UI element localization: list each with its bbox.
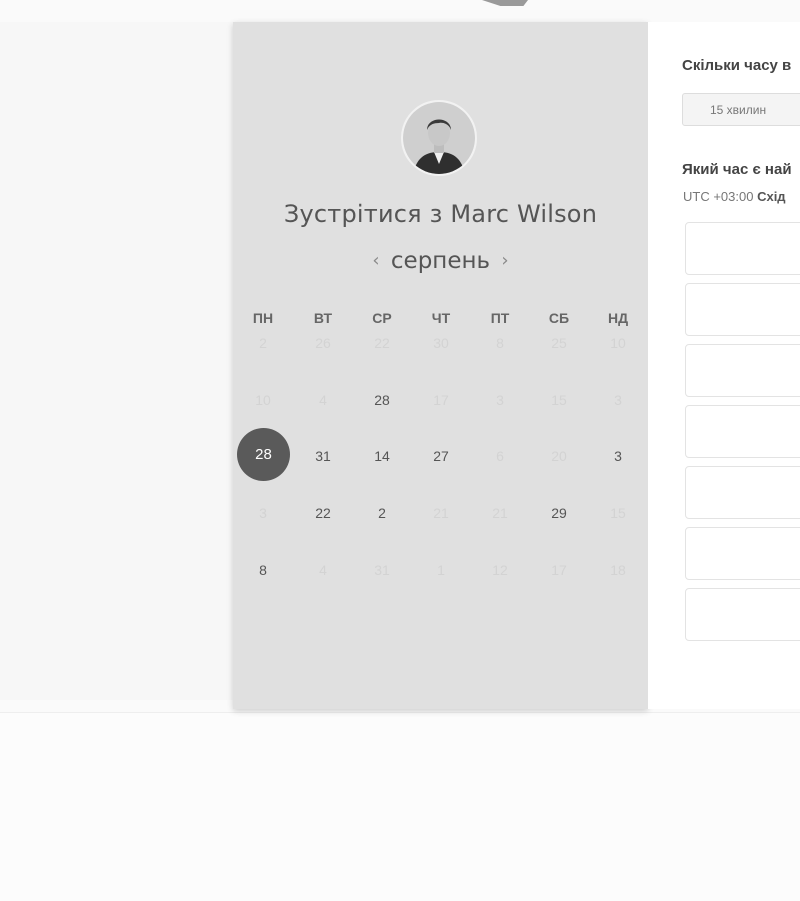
time-slot-button[interactable] bbox=[685, 588, 800, 641]
calendar-day[interactable]: 14 bbox=[357, 431, 407, 481]
calendar-day: 4 bbox=[319, 392, 327, 408]
timezone-offset: UTC +03:00 bbox=[683, 189, 754, 204]
time-slot-button[interactable] bbox=[685, 283, 800, 336]
calendar-day: 10 bbox=[610, 335, 626, 351]
calendar-day: 10 bbox=[255, 392, 271, 408]
calendar-day: 17 bbox=[433, 392, 449, 408]
calendar-day[interactable]: 29 bbox=[534, 488, 584, 538]
calendar-day[interactable]: 28 bbox=[357, 375, 407, 425]
calendar-day: 17 bbox=[551, 562, 567, 578]
calendar-day: 3 bbox=[614, 392, 622, 408]
calendar-day: 25 bbox=[551, 335, 567, 351]
calendar-day: 12 bbox=[492, 562, 508, 578]
calendar-day[interactable]: 31 bbox=[298, 431, 348, 481]
calendar-day[interactable]: 8 bbox=[238, 545, 288, 595]
duration-option-button[interactable]: 15 хвилин bbox=[682, 93, 800, 126]
calendar-day: 21 bbox=[433, 505, 449, 521]
calendar-day: 21 bbox=[492, 505, 508, 521]
calendar-day: 31 bbox=[374, 562, 390, 578]
calendar-day[interactable]: 2 bbox=[357, 488, 407, 538]
calendar-day: 1 bbox=[437, 562, 445, 578]
page-background-left bbox=[0, 22, 233, 700]
time-slot-button[interactable] bbox=[685, 344, 800, 397]
page-background-bottom bbox=[0, 712, 800, 901]
calendar-day: 4 bbox=[319, 562, 327, 578]
time-slot-button[interactable] bbox=[685, 222, 800, 275]
calendar-day: 22 bbox=[374, 335, 390, 351]
calendar-day: 3 bbox=[259, 505, 267, 521]
time-slot-button[interactable] bbox=[685, 527, 800, 580]
time-slot-button[interactable] bbox=[685, 405, 800, 458]
timezone-label[interactable]: UTC +03:00 Схід bbox=[683, 189, 786, 204]
calendar-day: 15 bbox=[610, 505, 626, 521]
timezone-name: Схід bbox=[757, 189, 786, 204]
calendar-day[interactable]: 3 bbox=[593, 431, 643, 481]
calendar-day-selected[interactable]: 28 bbox=[237, 428, 290, 481]
calendar-day: 8 bbox=[496, 335, 504, 351]
duration-heading: Скільки часу в bbox=[682, 57, 792, 74]
calendar-day[interactable]: 27 bbox=[416, 431, 466, 481]
calendar-panel: Зустрітися з Marc Wilson ‹ серпень › ПН В… bbox=[233, 22, 648, 709]
calendar-day: 18 bbox=[610, 562, 626, 578]
calendar-day: 30 bbox=[433, 335, 449, 351]
calendar-day: 2 bbox=[259, 335, 267, 351]
calendar-day: 20 bbox=[551, 448, 567, 464]
calendar-grid: 2 26 22 30 8 25 10 10 4 28 17 3 15 3 28 31 14 27 6 20 3 3 22 2 2… bbox=[233, 22, 648, 709]
duration-option-label: 15 хвилин bbox=[710, 103, 767, 117]
time-heading: Який час є най bbox=[682, 161, 792, 178]
calendar-day: 3 bbox=[496, 392, 504, 408]
time-slot-button[interactable] bbox=[685, 466, 800, 519]
calendar-day: 6 bbox=[496, 448, 504, 464]
calendar-day: 15 bbox=[551, 392, 567, 408]
calendar-day[interactable]: 22 bbox=[298, 488, 348, 538]
booking-panel: Скільки часу в 15 хвилин Який час є най … bbox=[648, 22, 800, 709]
calendar-day: 26 bbox=[315, 335, 331, 351]
top-decoration bbox=[482, 0, 528, 6]
